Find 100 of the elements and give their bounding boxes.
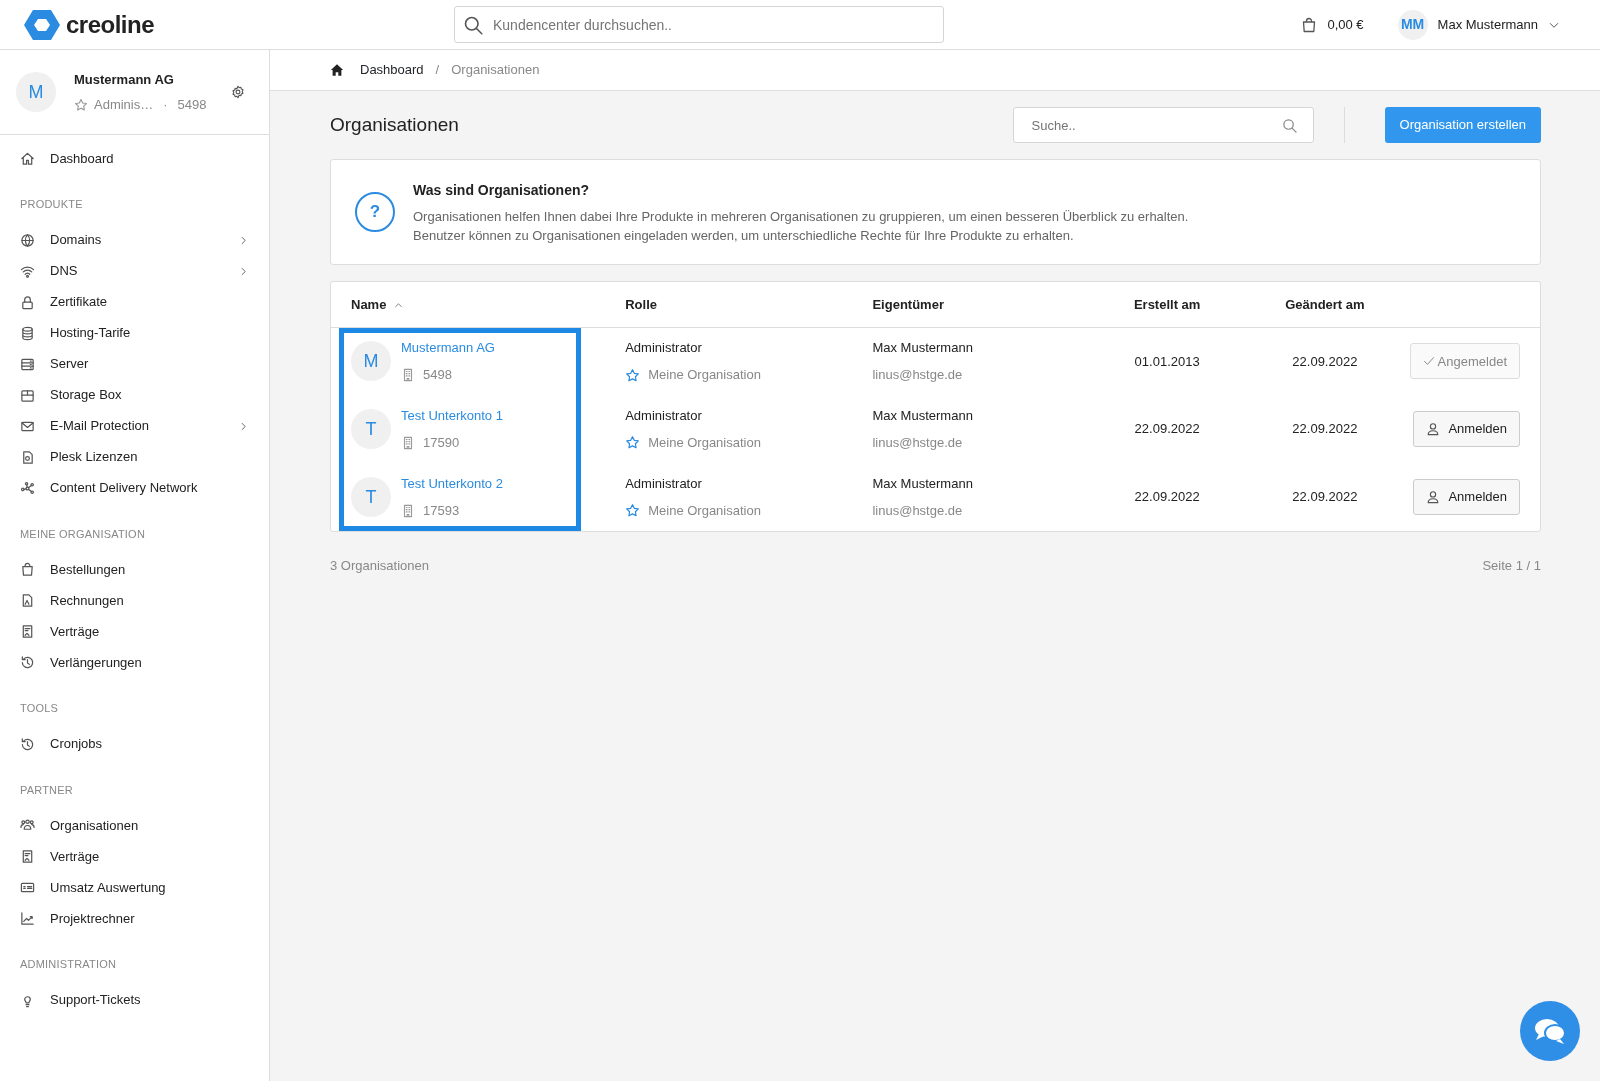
sidebar-item[interactable]: Bestellungen bbox=[0, 554, 269, 585]
organisation-avatar: T bbox=[351, 477, 391, 517]
sidebar-item[interactable]: Dashboard bbox=[0, 143, 269, 174]
sidebar-item[interactable]: Verlängerungen bbox=[0, 647, 269, 678]
sidebar-item[interactable]: Support-Tickets bbox=[0, 984, 269, 1016]
section-heading: PARTNER bbox=[19, 782, 74, 798]
people-icon bbox=[20, 818, 35, 833]
column-header[interactable]: Rolle bbox=[624, 282, 872, 327]
changed-date: 22.09.2022 bbox=[1292, 489, 1358, 505]
login-button[interactable]: Anmelden bbox=[1413, 479, 1520, 515]
sidebar-item[interactable]: Rechnungen bbox=[0, 585, 269, 616]
owner-name: Max Mustermann bbox=[872, 338, 974, 357]
account-name: Mustermann AG bbox=[74, 70, 175, 89]
sort-caret-icon bbox=[394, 300, 404, 310]
breadcrumb-link[interactable]: Dashboard bbox=[360, 60, 424, 80]
settings-icon bbox=[231, 85, 245, 99]
wifi-icon bbox=[20, 263, 35, 279]
column-header[interactable]: Geändert am bbox=[1241, 282, 1409, 327]
column-header[interactable]: Name bbox=[331, 282, 625, 327]
history-icon bbox=[20, 655, 35, 670]
sidebar-item[interactable]: Content Delivery Network bbox=[0, 472, 269, 504]
sidebar-item[interactable]: DNS bbox=[0, 255, 269, 287]
info-title: Was sind Organisationen? bbox=[413, 180, 591, 200]
column-header[interactable]: Erstellt am bbox=[1093, 282, 1242, 327]
search-icon bbox=[463, 14, 483, 35]
sidebar-item[interactable]: Zertifikate bbox=[0, 286, 269, 318]
sidebar-item[interactable]: Storage Box bbox=[0, 379, 269, 411]
created-date: 22.09.2022 bbox=[1134, 489, 1200, 505]
badge-icon bbox=[20, 449, 35, 465]
account-role: Adminis… bbox=[94, 96, 154, 114]
account-number: 5498 bbox=[177, 96, 207, 114]
shopping-bag-icon bbox=[1301, 16, 1318, 33]
account-avatar: M bbox=[16, 72, 56, 112]
owner-email: linus@hstge.de bbox=[872, 366, 964, 385]
chart-icon bbox=[20, 911, 35, 926]
person-icon bbox=[1426, 422, 1441, 436]
section-heading: PRODUKTE bbox=[19, 197, 84, 212]
page-title: Organisationen bbox=[330, 113, 459, 137]
chevron-right-icon bbox=[238, 234, 249, 246]
contract-icon bbox=[20, 624, 35, 639]
user-name[interactable]: Max Mustermann bbox=[1437, 14, 1538, 35]
section-heading: MEINE ORGANISATION bbox=[19, 526, 147, 542]
separator-dot: · bbox=[163, 96, 168, 114]
role-text: Administrator bbox=[625, 406, 703, 425]
chevron-right-icon bbox=[238, 420, 249, 432]
question-icon: ? bbox=[355, 192, 395, 232]
sidebar-item[interactable]: Server bbox=[0, 348, 269, 380]
history-icon bbox=[20, 736, 35, 752]
login-button[interactable]: Anmelden bbox=[1413, 411, 1520, 447]
organisation-number: 17593 bbox=[423, 502, 460, 520]
section-heading: TOOLS bbox=[19, 701, 60, 716]
chevron-right-icon bbox=[238, 265, 249, 277]
sidebar-item[interactable]: Projektrechner bbox=[0, 903, 269, 934]
person-icon bbox=[1426, 490, 1441, 504]
organisation-tag: Meine Organisation bbox=[648, 365, 761, 385]
star-icon bbox=[74, 97, 88, 112]
sidebar-item[interactable]: Organisationen bbox=[0, 810, 269, 841]
created-date: 01.01.2013 bbox=[1134, 353, 1200, 369]
sidebar-item[interactable]: Domains bbox=[0, 224, 269, 256]
created-date: 22.09.2022 bbox=[1134, 421, 1200, 437]
organisation-number: 5498 bbox=[423, 366, 452, 385]
breadcrumb-current: Organisationen bbox=[451, 61, 540, 80]
bag-icon bbox=[20, 562, 35, 577]
organisation-link[interactable]: Test Unterkonto 1 bbox=[401, 405, 503, 425]
changed-date: 22.09.2022 bbox=[1292, 421, 1358, 437]
id-card-icon bbox=[20, 880, 35, 895]
sidebar-item[interactable]: Plesk Lizenzen bbox=[0, 441, 269, 473]
box-icon bbox=[20, 387, 35, 403]
pagination-text: Seite 1 / 1 bbox=[1482, 557, 1541, 575]
role-text: Administrator bbox=[625, 474, 703, 493]
logo-text: creoline bbox=[66, 9, 155, 40]
home-icon bbox=[20, 151, 35, 166]
home-icon bbox=[330, 63, 344, 77]
sidebar-item[interactable]: E-Mail Protection bbox=[0, 410, 269, 442]
info-text: Benutzer können zu Organisationen eingeladen werden, um unterschiedliche Rechte für Ihre Produkte zu erhalten. bbox=[413, 226, 1075, 245]
star-icon bbox=[625, 435, 641, 451]
document-icon bbox=[20, 593, 35, 608]
organisation-link[interactable]: Mustermann AG bbox=[401, 337, 495, 358]
info-text: Organisationen helfen Ihnen dabei Ihre Produkte in mehreren Organisationen zu gruppieren, um einen besseren Überblick zu erhalten. bbox=[413, 207, 1189, 226]
check-icon bbox=[1422, 355, 1435, 368]
sidebar-item[interactable]: Verträge bbox=[0, 841, 269, 872]
cart-total[interactable]: 0,00 € bbox=[1327, 14, 1364, 35]
building-icon bbox=[401, 368, 415, 382]
sidebar-item[interactable]: Cronjobs bbox=[0, 728, 269, 760]
column-header[interactable]: Eigentümer bbox=[871, 282, 1094, 327]
organisation-link[interactable]: Test Unterkonto 2 bbox=[401, 473, 503, 493]
sidebar-item[interactable]: Hosting-Tarife bbox=[0, 317, 269, 349]
globe-icon bbox=[20, 232, 35, 248]
role-text: Administrator bbox=[625, 338, 703, 357]
owner-email: linus@hstge.de bbox=[872, 434, 964, 452]
search-input[interactable]: Suche.. bbox=[1029, 108, 1282, 142]
chat-icon bbox=[1533, 1016, 1567, 1046]
organisation-number: 17590 bbox=[423, 434, 460, 452]
search-field[interactable]: Suche.. bbox=[1012, 107, 1314, 143]
server-icon bbox=[20, 356, 35, 372]
search-icon bbox=[1281, 117, 1297, 133]
database-icon bbox=[20, 325, 35, 341]
chat-button[interactable] bbox=[1520, 1001, 1580, 1061]
sidebar-item[interactable]: Umsatz Auswertung bbox=[0, 872, 269, 903]
sidebar-item[interactable]: Verträge bbox=[0, 616, 269, 647]
